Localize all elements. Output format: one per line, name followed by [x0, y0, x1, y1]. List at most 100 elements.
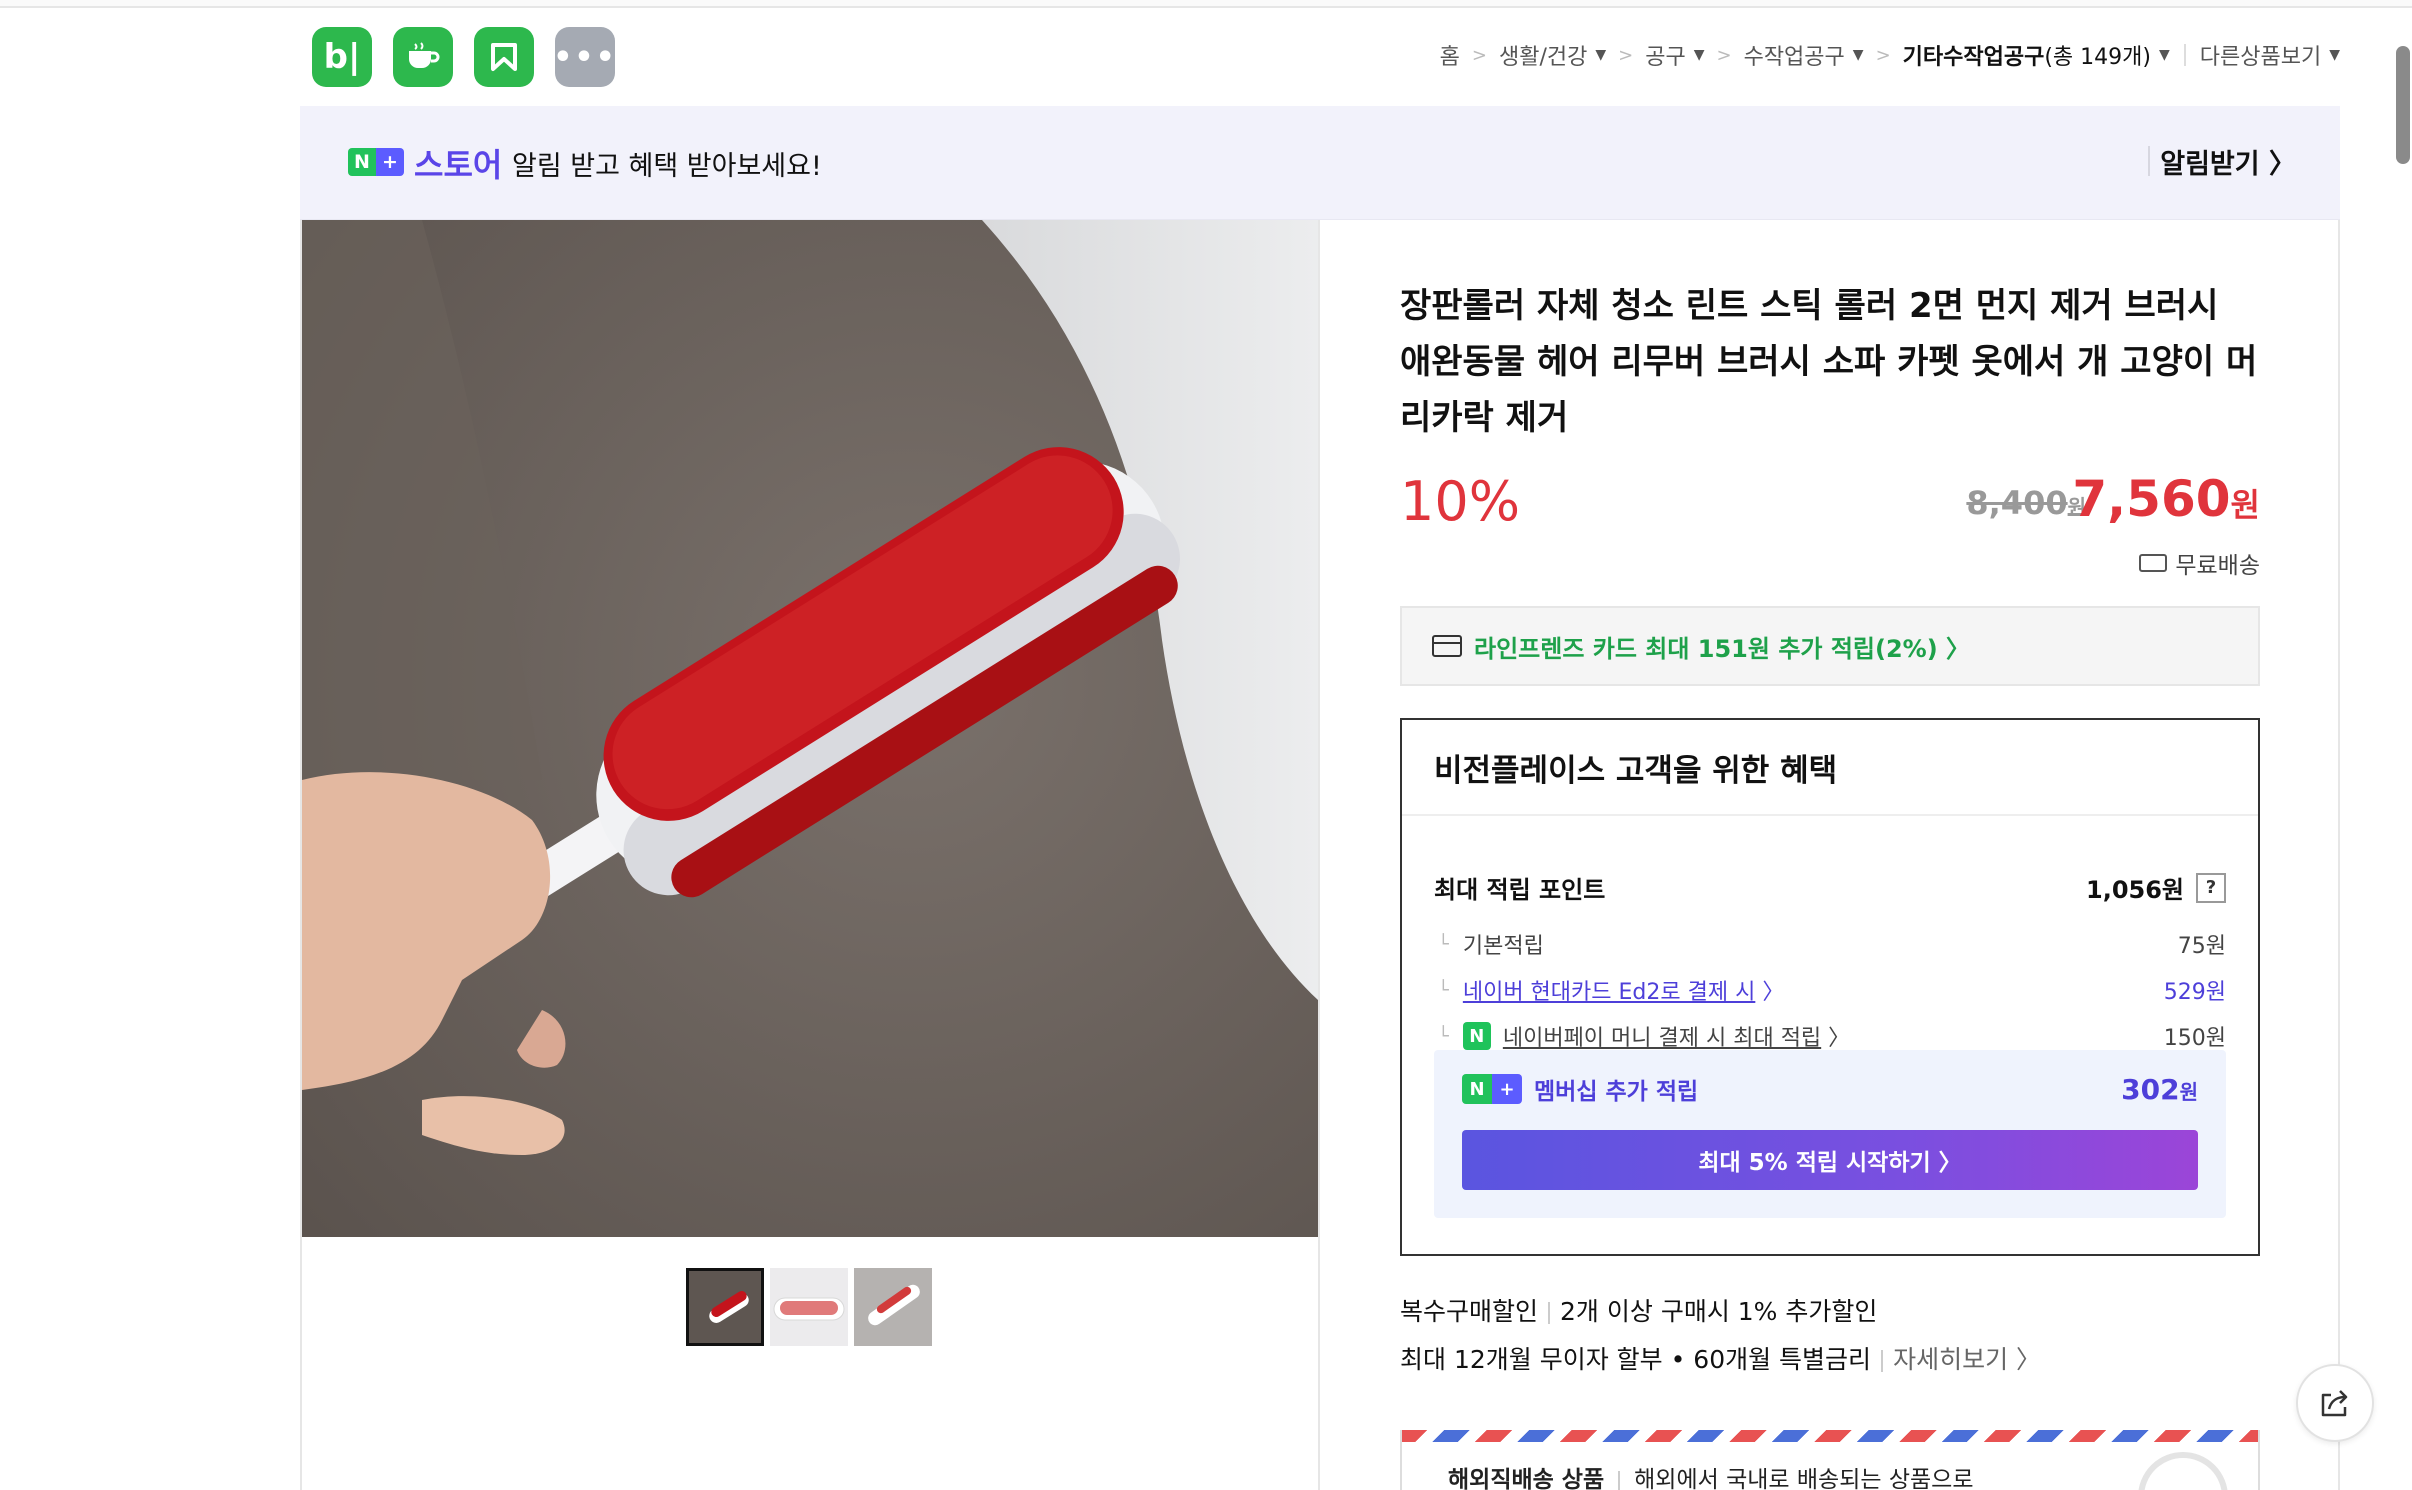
more-apps-icon[interactable]: ••• — [553, 27, 615, 87]
help-icon[interactable]: ? — [2196, 872, 2226, 903]
multi-purchase-value: 2개 이상 구매시 1% 추가할인 — [1560, 1297, 1878, 1326]
discount-rate: 10% — [1400, 470, 1521, 533]
installment-text: 최대 12개월 무이자 할부 • 60개월 특별금리 — [1400, 1345, 1872, 1374]
divider — [1881, 1350, 1884, 1372]
breadcrumb-separator-icon: > — [1875, 44, 1891, 66]
page-scrollbar[interactable] — [2396, 46, 2410, 164]
n-logo: N — [1462, 1074, 1492, 1104]
membership-start-button[interactable]: 최대 5% 적립 시작하기 〉 — [1462, 1130, 2198, 1190]
blog-app-icon[interactable]: b| — [312, 27, 372, 87]
hyundai-card-link[interactable]: 네이버 현대카드 Ed2로 결제 시 — [1463, 974, 1755, 1006]
thumbnail-1[interactable] — [686, 1268, 764, 1346]
card-offer-banner[interactable]: 라인프렌즈 카드 최대 151원 추가 적립(2%) 〉 — [1400, 606, 2260, 686]
product-main-image[interactable] — [302, 220, 1318, 1237]
chevron-right-icon: 〉 — [1755, 980, 1785, 1005]
divider — [1548, 1302, 1551, 1324]
original-price-value: 8,400 — [1966, 484, 2068, 522]
sale-price-value: 7,560 — [2072, 470, 2231, 528]
plus-logo: + — [1492, 1074, 1522, 1104]
divider — [1618, 1470, 1621, 1490]
credit-card-icon — [1432, 635, 1462, 657]
breadcrumb-label: 다른상품보기 — [2199, 45, 2322, 70]
thumbnail-strip — [686, 1268, 932, 1346]
naverpay-value: 150원 — [2163, 1026, 2226, 1051]
caret-down-icon: ▼ — [1693, 47, 1705, 63]
breadcrumb-label: 기타수작업공구 — [1902, 45, 2045, 70]
alarm-subscribe-button[interactable]: 알림받기 〉 — [2160, 142, 2296, 181]
currency-unit: 원 — [2230, 486, 2260, 524]
app-launcher: b| ••• — [312, 27, 615, 87]
truck-icon — [2139, 554, 2168, 572]
browser-top-rule — [0, 0, 2412, 8]
basic-points-row: 기본적립 75원 — [1434, 928, 2226, 960]
multi-purchase-label: 복수구매할인 — [1400, 1297, 1539, 1326]
breadcrumb-home[interactable]: 홈 — [1440, 39, 1460, 71]
lint-roller-photo — [302, 220, 1318, 1237]
breadcrumb-separator-icon: > — [1716, 44, 1732, 66]
hyundai-card-value: 529원 — [2163, 980, 2226, 1005]
chevron-right-icon: 〉 — [1821, 1026, 1851, 1051]
naverpay-icon: N — [1462, 1022, 1491, 1050]
overseas-text: 해외에서 국내로 배송되는 상품으로 — [1634, 1467, 1974, 1490]
membership-label: 멤버십 추가 적립 — [1534, 1079, 1699, 1105]
membership-panel: N + 멤버십 추가 적립 302원 최대 5% 적립 시작하기 〉 — [1434, 1050, 2226, 1218]
cafe-app-icon[interactable] — [393, 27, 453, 87]
shipping-label: 무료배송 — [2175, 553, 2260, 579]
thumbnail-image — [770, 1268, 848, 1346]
thumbnail-image — [854, 1268, 932, 1346]
thumbnail-3[interactable] — [854, 1268, 932, 1346]
breadcrumb-label: 공구 — [1645, 45, 1686, 70]
divider — [2148, 146, 2150, 176]
cup-icon — [409, 42, 440, 68]
max-points-label: 최대 적립 포인트 — [1434, 876, 1606, 904]
caret-down-icon: ▼ — [1852, 47, 1864, 63]
share-button[interactable] — [2296, 1364, 2374, 1442]
breadcrumb-category-4[interactable]: 기타수작업공구 (총 149개) ▼ — [1903, 39, 2170, 71]
caret-down-icon: ▼ — [1595, 47, 1607, 63]
n-logo: N — [348, 148, 376, 176]
overseas-label: 해외직배송 상품 — [1448, 1467, 1605, 1490]
original-price: 8,400원 — [1966, 484, 2086, 522]
membership-row: N + 멤버십 추가 적립 302원 — [1462, 1072, 2198, 1106]
plus-logo: + — [376, 148, 404, 176]
currency-unit: 원 — [2179, 1079, 2198, 1104]
airmail-stripe — [1402, 1430, 2258, 1442]
hyundai-card-row: 네이버 현대카드 Ed2로 결제 시 〉 529원 — [1434, 974, 2226, 1006]
thumbnail-2[interactable] — [770, 1268, 848, 1346]
caret-down-icon: ▼ — [2329, 47, 2340, 63]
sale-price: 7,560원 — [2072, 470, 2260, 528]
breadcrumb-label: 수작업공구 — [1743, 45, 1845, 70]
naverpay-link[interactable]: 네이버페이 머니 결제 시 최대 적립 — [1503, 1020, 1821, 1052]
installment-row: 최대 12개월 무이자 할부 • 60개월 특별금리 자세히보기 〉 — [1400, 1336, 2041, 1384]
membership-value: 302 — [2121, 1072, 2180, 1106]
basic-points-value: 75원 — [2177, 934, 2226, 959]
installment-detail-link[interactable]: 자세히보기 〉 — [1893, 1345, 2041, 1374]
customer-benefit-box: 비전플레이스 고객을 위한 혜택 최대 적립 포인트 1,056원? 기본적립 … — [1400, 718, 2260, 1256]
benefit-heading: 비전플레이스 고객을 위한 혜택 — [1402, 720, 2258, 816]
store-banner-message: 알림 받고 혜택 받아보세요! — [512, 151, 822, 182]
naverpay-row: N 네이버페이 머니 결제 시 최대 적립 〉 150원 — [1434, 1020, 2226, 1052]
other-products-dropdown[interactable]: 다른상품보기 ▼ — [2200, 39, 2340, 71]
breadcrumb-separator-icon: > — [1471, 44, 1487, 66]
breadcrumb-category-3[interactable]: 수작업공구 ▼ — [1744, 39, 1864, 71]
bookmark-app-icon[interactable] — [474, 27, 534, 87]
basic-points-label: 기본적립 — [1434, 928, 1544, 960]
breadcrumb-category-2[interactable]: 공구 ▼ — [1645, 39, 1704, 71]
k-logo-icon — [491, 43, 517, 71]
breadcrumb-label: 생활/건강 — [1498, 45, 1588, 70]
overseas-text-row: 해외직배송 상품 해외에서 국내로 배송되는 상품으로 — [1448, 1460, 1973, 1490]
multi-purchase-row: 복수구매할인 2개 이상 구매시 1% 추가할인 — [1400, 1288, 2041, 1336]
share-icon — [2321, 1390, 2348, 1417]
store-wordmark: 스토어 — [414, 146, 503, 184]
site-header: b| ••• 홈 > 생활/건강 ▼ > 공구 ▼ > 수작업공구 ▼ > 기타수작업… — [300, 27, 2340, 89]
overseas-shipping-notice: 해외직배송 상품 해외에서 국내로 배송되는 상품으로 — [1400, 1430, 2260, 1490]
product-title: 장판롤러 자체 청소 린트 스틱 롤러 2면 먼지 제거 브러시 애완동물 헤어… — [1400, 286, 2258, 438]
caret-down-icon: ▼ — [2158, 47, 2170, 63]
naver-plus-badge-icon: N + — [348, 148, 404, 176]
shipping-info: 무료배송 — [2139, 546, 2260, 580]
max-points-row: 최대 적립 포인트 1,056원? — [1434, 870, 2226, 905]
breadcrumb-category-1[interactable]: 생활/건강 ▼ — [1499, 39, 1606, 71]
breadcrumb-separator-icon: > — [1618, 44, 1634, 66]
airmail-stamp-icon — [2138, 1452, 2228, 1490]
store-alarm-banner: N + 스토어 알림 받고 혜택 받아보세요! 알림받기 〉 — [300, 106, 2340, 220]
